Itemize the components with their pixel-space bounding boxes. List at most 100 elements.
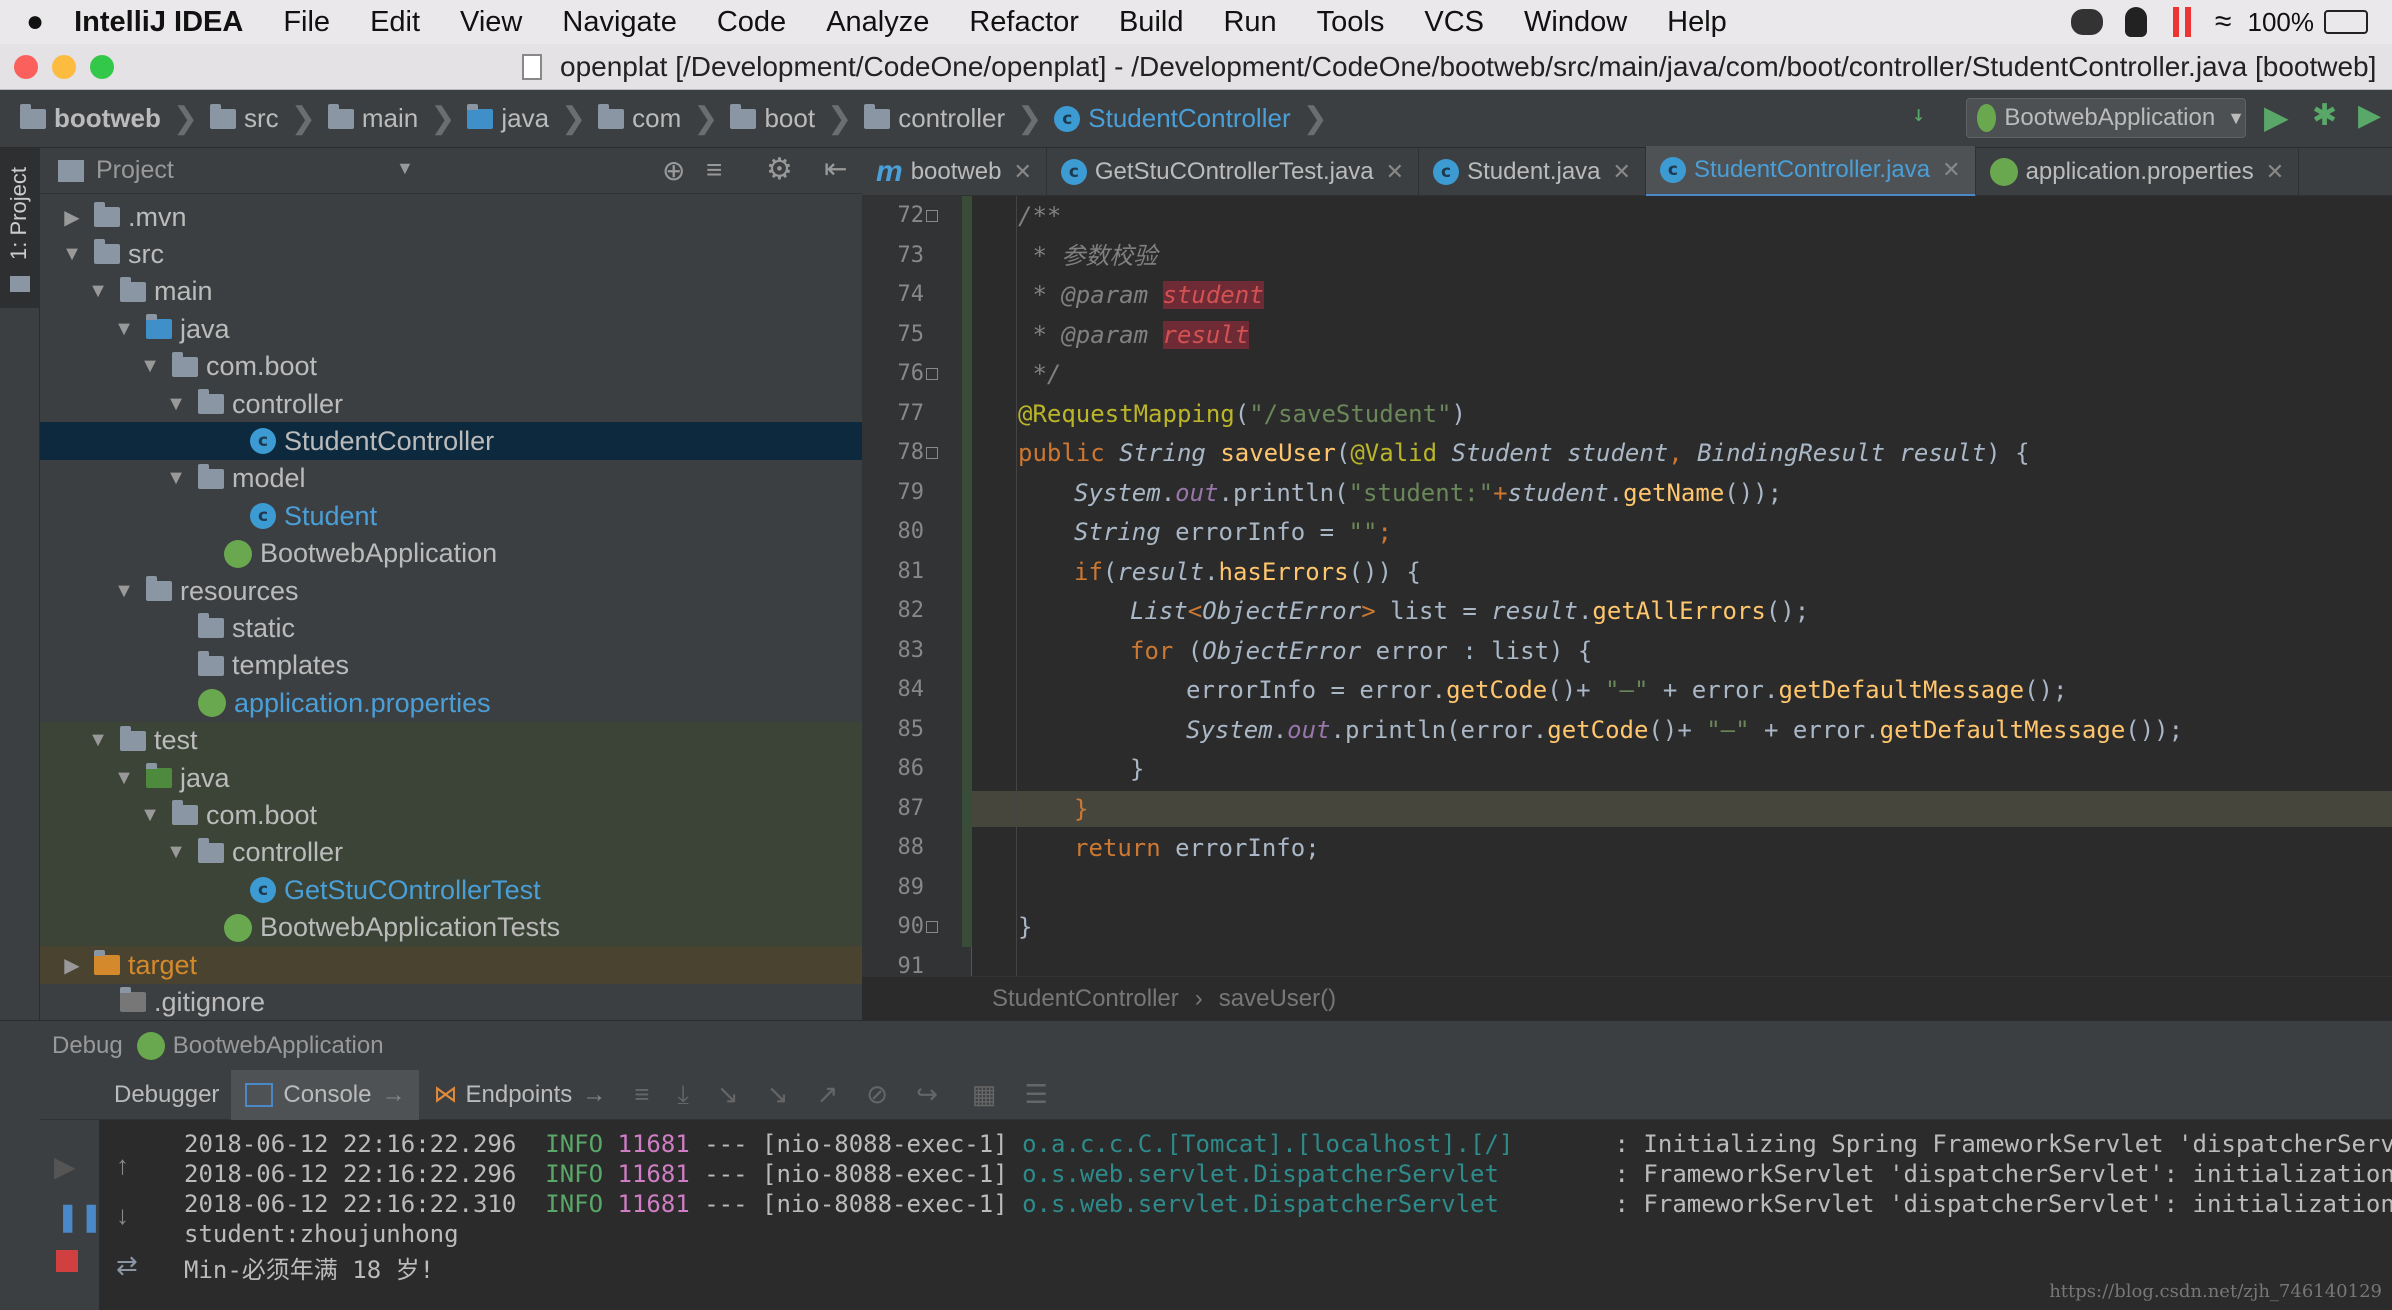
tree-item[interactable]: c Student <box>40 497 862 535</box>
trace-icon[interactable]: ☰ <box>1024 1079 1047 1110</box>
project-view-title[interactable]: Project <box>96 156 174 185</box>
code-editor[interactable]: 72 /** 73 * 参数校验 74 * @param student 75 * @p… <box>862 196 2392 1020</box>
tree-item[interactable]: ▶ target <box>40 946 862 984</box>
soft-wrap-icon[interactable]: ⇄ <box>116 1250 138 1281</box>
pause-icon[interactable] <box>2173 7 2180 37</box>
close-tab-icon[interactable]: ✕ <box>1013 159 1031 185</box>
close-tab-icon[interactable]: ✕ <box>1613 159 1631 185</box>
collapse-arrow-icon[interactable]: ▼ <box>136 355 164 378</box>
down-arrow-icon[interactable]: ↓ <box>116 1200 129 1231</box>
coverage-icon[interactable]: ▶ <box>2358 98 2381 133</box>
step-over-icon[interactable]: ⤓ <box>677 1079 689 1111</box>
tree-item[interactable]: ▼ com.boot <box>40 348 862 386</box>
step-into-icon[interactable]: ↘ <box>717 1079 739 1110</box>
tree-item[interactable]: ▼ java <box>40 759 862 797</box>
menu-tools[interactable]: Tools <box>1317 6 1385 39</box>
tree-item[interactable]: ▼ controller <box>40 833 862 872</box>
close-tab-icon[interactable]: ✕ <box>2266 159 2284 185</box>
fold-marker-icon[interactable] <box>926 447 938 459</box>
fold-marker-icon[interactable] <box>926 368 938 380</box>
collapse-arrow-icon[interactable]: ▼ <box>58 243 86 266</box>
wifi-icon[interactable]: ≈ <box>2215 5 2231 39</box>
tab-endpoints[interactable]: ⋈ Endpoints → <box>419 1070 620 1120</box>
hide-panel-icon[interactable]: ⇤ <box>824 152 847 185</box>
resume-icon[interactable]: ▶ <box>54 1150 76 1183</box>
menu-window[interactable]: Window <box>1524 6 1627 39</box>
menu-view[interactable]: View <box>460 6 522 39</box>
collapse-arrow-icon[interactable]: ▼ <box>84 280 112 303</box>
tree-item[interactable]: ▼ model <box>40 460 862 498</box>
tree-item[interactable]: ▼ com.boot <box>40 796 862 835</box>
tree-item[interactable]: c GetStuCOntrollerTest <box>40 871 862 910</box>
tab-console[interactable]: Console → <box>231 1069 420 1120</box>
debug-label[interactable]: Debug <box>52 1032 123 1060</box>
console-output[interactable]: 2018-06-12 22:16:22.296 INFO 11681 --- [… <box>162 1120 2392 1310</box>
tab-bootweb[interactable]: m bootweb ✕ <box>862 147 1047 196</box>
up-arrow-icon[interactable]: ↑ <box>116 1150 129 1181</box>
tree-item[interactable]: ▼ controller <box>40 385 862 423</box>
settings-gear-icon[interactable]: ⚙ <box>766 152 793 187</box>
code-crumb-class[interactable]: StudentController <box>992 985 1179 1013</box>
collapse-arrow-icon[interactable]: ▼ <box>162 467 190 490</box>
menu-build[interactable]: Build <box>1119 6 1184 39</box>
tab-getstucontrollertest[interactable]: c GetStuCOntrollerTest.java ✕ <box>1047 147 1420 196</box>
tab-student[interactable]: c Student.java ✕ <box>1419 147 1646 196</box>
crumb-main[interactable]: main <box>327 103 418 134</box>
debug-icon[interactable]: ✱ <box>2312 98 2337 133</box>
tree-item[interactable]: ▼ main <box>40 273 862 311</box>
tree-item[interactable]: BootwebApplication <box>40 535 862 573</box>
tree-item[interactable]: static <box>40 609 862 647</box>
menu-navigate[interactable]: Navigate <box>562 6 676 39</box>
crumb-java[interactable]: java <box>467 103 549 134</box>
menu-code[interactable]: Code <box>717 6 786 39</box>
zoom-window-icon[interactable] <box>90 55 114 79</box>
run-icon[interactable]: ▶ <box>2264 98 2289 136</box>
crumb-com[interactable]: com <box>598 103 681 134</box>
apple-icon[interactable]: ● <box>26 5 44 39</box>
menu-refactor[interactable]: Refactor <box>969 6 1079 39</box>
run-to-cursor-icon[interactable]: ↪ <box>916 1079 938 1110</box>
project-tool-tab[interactable]: 1: Project <box>0 148 40 308</box>
collapse-arrow-icon[interactable]: ▼ <box>84 729 112 752</box>
collapse-arrow-icon[interactable]: ▼ <box>162 393 190 416</box>
crumb-boot[interactable]: boot <box>730 103 815 134</box>
crumb-src[interactable]: src <box>210 103 279 134</box>
menu-analyze[interactable]: Analyze <box>826 6 929 39</box>
sort-icon[interactable]: ↓ <box>1912 102 1925 127</box>
tree-item[interactable]: BootwebApplicationTests <box>40 908 862 947</box>
run-config-select[interactable]: BootwebApplication ▼ <box>1966 98 2246 138</box>
tree-item[interactable]: ▼ src <box>40 235 862 273</box>
close-tab-icon[interactable]: ✕ <box>1942 157 1960 183</box>
tree-item[interactable]: c StudentController <box>40 422 862 461</box>
crumb-controller[interactable]: controller <box>864 103 1005 134</box>
tree-item[interactable]: templates <box>40 647 862 685</box>
collapse-arrow-icon[interactable]: ▼ <box>110 580 138 603</box>
collapse-arrow-icon[interactable]: ▼ <box>162 841 190 864</box>
crumb-studentcontroller[interactable]: c StudentController <box>1054 103 1291 134</box>
collapse-arrow-icon[interactable]: ▼ <box>136 804 164 827</box>
force-step-into-icon[interactable]: ↘ <box>767 1079 789 1110</box>
stop-icon[interactable] <box>56 1250 78 1272</box>
menu-edit[interactable]: Edit <box>370 6 420 39</box>
wechat-icon[interactable] <box>2071 9 2104 35</box>
menu-run[interactable]: Run <box>1223 6 1276 39</box>
locate-icon[interactable]: ⊕ <box>662 154 685 187</box>
tab-application-properties[interactable]: application.properties ✕ <box>1976 147 2300 196</box>
tree-item[interactable]: application.properties <box>40 684 862 722</box>
show-execution-point-icon[interactable]: ≡ <box>634 1079 649 1110</box>
evaluate-icon[interactable]: ▦ <box>972 1079 997 1110</box>
menu-help[interactable]: Help <box>1667 6 1727 39</box>
fold-marker-icon[interactable] <box>926 210 938 222</box>
drop-frame-icon[interactable]: ⊘ <box>866 1079 888 1110</box>
step-out-icon[interactable]: ↗ <box>817 1079 839 1110</box>
expand-arrow-icon[interactable]: ▶ <box>58 205 86 230</box>
collapse-arrow-icon[interactable]: ▼ <box>110 318 138 341</box>
crumb-bootweb[interactable]: bootweb <box>20 103 161 134</box>
qq-icon[interactable] <box>2125 7 2148 37</box>
tree-item[interactable]: ▼ resources <box>40 572 862 610</box>
close-window-icon[interactable] <box>14 55 38 79</box>
menu-file[interactable]: File <box>283 6 330 39</box>
tree-item[interactable]: ▶ .mvn <box>40 198 862 236</box>
tree-item[interactable]: ▼ java <box>40 310 862 348</box>
pause-program-icon[interactable]: ❚❚ <box>56 1200 103 1233</box>
